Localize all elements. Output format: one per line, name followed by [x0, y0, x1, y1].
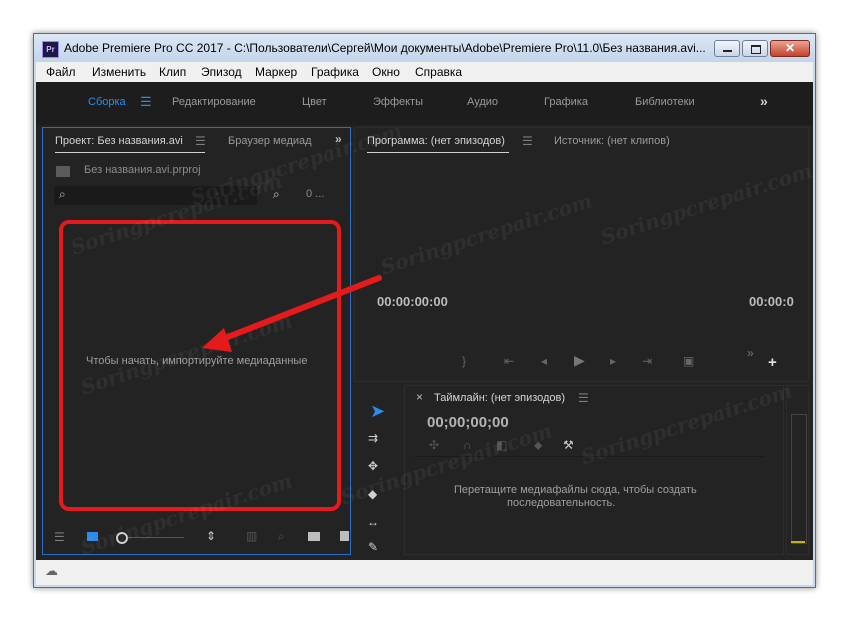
menu-sequence[interactable]: Эпизод	[201, 65, 242, 79]
menu-file[interactable]: Файл	[46, 65, 76, 79]
menu-graphics[interactable]: Графика	[311, 65, 359, 79]
premiere-app-icon: Pr	[42, 41, 59, 58]
window-title: Adobe Premiere Pro CC 2017 - C:\Пользова…	[64, 41, 706, 55]
status-bar: ☁	[36, 560, 813, 585]
menu-bar: Файл Изменить Клип Эпизод Маркер Графика…	[36, 62, 813, 82]
title-bar[interactable]: Pr Adobe Premiere Pro CC 2017 - C:\Польз…	[34, 34, 815, 62]
premiere-workspace: Сборка ☰ Редактирование Цвет Эффекты Ауд…	[36, 82, 815, 560]
annotation-arrow	[202, 275, 382, 352]
menu-edit[interactable]: Изменить	[92, 65, 146, 79]
minimize-icon	[723, 50, 732, 52]
minimize-button[interactable]	[714, 40, 740, 57]
annotation-arrow-shaft	[217, 275, 382, 343]
close-icon: ✕	[784, 41, 796, 55]
app-window: Pr Adobe Premiere Pro CC 2017 - C:\Польз…	[33, 33, 816, 588]
menu-marker[interactable]: Маркер	[255, 65, 297, 79]
menu-window[interactable]: Окно	[372, 65, 400, 79]
menu-help[interactable]: Справка	[415, 65, 462, 79]
close-button[interactable]: ✕	[770, 40, 810, 57]
maximize-button[interactable]	[742, 40, 768, 57]
creative-cloud-icon[interactable]: ☁	[45, 563, 58, 579]
annotation-arrow-head	[202, 328, 232, 352]
menu-clip[interactable]: Клип	[159, 65, 186, 79]
maximize-icon	[751, 45, 761, 54]
